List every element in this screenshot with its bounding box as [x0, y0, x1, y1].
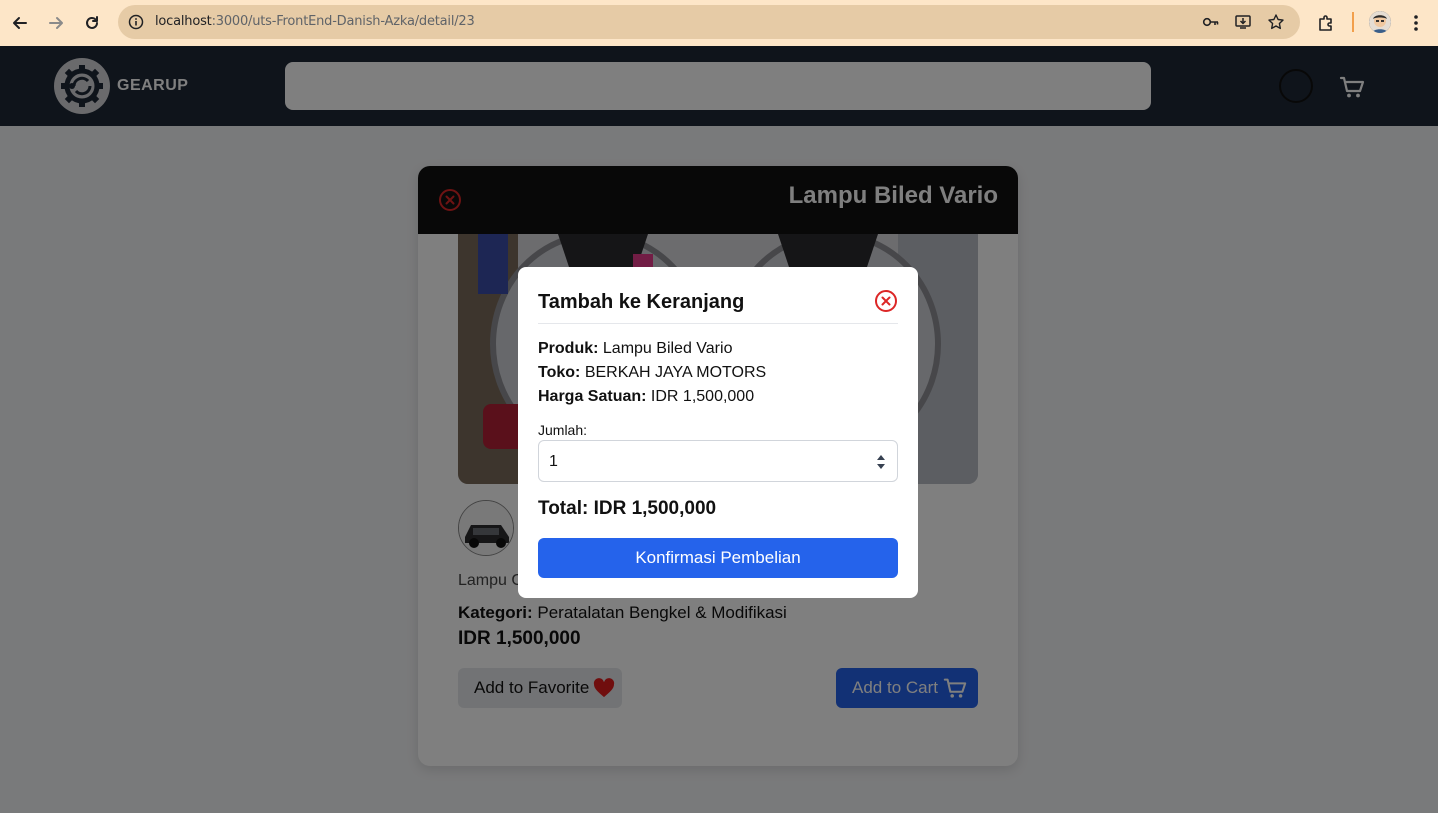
product-value: Lampu Biled Vario	[602, 340, 733, 357]
address-bar[interactable]: localhost:3000/uts-FrontEnd-Danish-Azka/…	[118, 5, 1300, 39]
unit-price-label: Harga Satuan:	[538, 388, 647, 405]
modal-divider	[538, 323, 898, 324]
url-path: :3000/uts-FrontEnd-Danish-Azka/detail/23	[211, 14, 475, 29]
info-product: Produk: Lampu Biled Vario	[538, 340, 732, 358]
unit-price-value: IDR 1,500,000	[650, 388, 755, 405]
key-icon[interactable]	[1201, 12, 1221, 32]
total-price: Total: IDR 1,500,000	[538, 498, 717, 519]
spinner-arrows-icon[interactable]	[875, 452, 887, 472]
store-label: Toko:	[538, 364, 581, 381]
forward-icon[interactable]	[44, 11, 68, 35]
close-circle-icon[interactable]	[874, 289, 898, 313]
browser-toolbar: localhost:3000/uts-FrontEnd-Danish-Azka/…	[0, 0, 1438, 46]
install-icon[interactable]	[1233, 12, 1253, 32]
info-icon[interactable]	[126, 12, 146, 32]
modal-title: Tambah ke Keranjang	[538, 291, 745, 313]
back-icon[interactable]	[8, 11, 32, 35]
reload-icon[interactable]	[80, 11, 104, 35]
url-host: localhost	[155, 14, 212, 29]
url-text: localhost:3000/uts-FrontEnd-Danish-Azka/…	[155, 14, 475, 29]
add-to-cart-modal: Tambah ke Keranjang Produk: Lampu Biled …	[518, 267, 918, 598]
info-unit-price: Harga Satuan: IDR 1,500,000	[538, 388, 754, 406]
quantity-stepper[interactable]: 1	[538, 440, 898, 482]
confirm-purchase-button[interactable]: Konfirmasi Pembelian	[538, 538, 898, 578]
star-icon[interactable]	[1266, 12, 1286, 32]
quantity-label: Jumlah:	[538, 422, 588, 438]
toolbar-divider	[1352, 12, 1354, 32]
product-label: Produk:	[538, 340, 599, 357]
quantity-value[interactable]: 1	[549, 453, 558, 471]
profile-icon[interactable]	[1369, 11, 1391, 33]
info-store: Toko: BERKAH JAYA MOTORS	[538, 364, 766, 382]
extensions-icon[interactable]	[1314, 11, 1338, 35]
store-value: BERKAH JAYA MOTORS	[584, 364, 767, 381]
menu-icon[interactable]	[1404, 11, 1428, 35]
